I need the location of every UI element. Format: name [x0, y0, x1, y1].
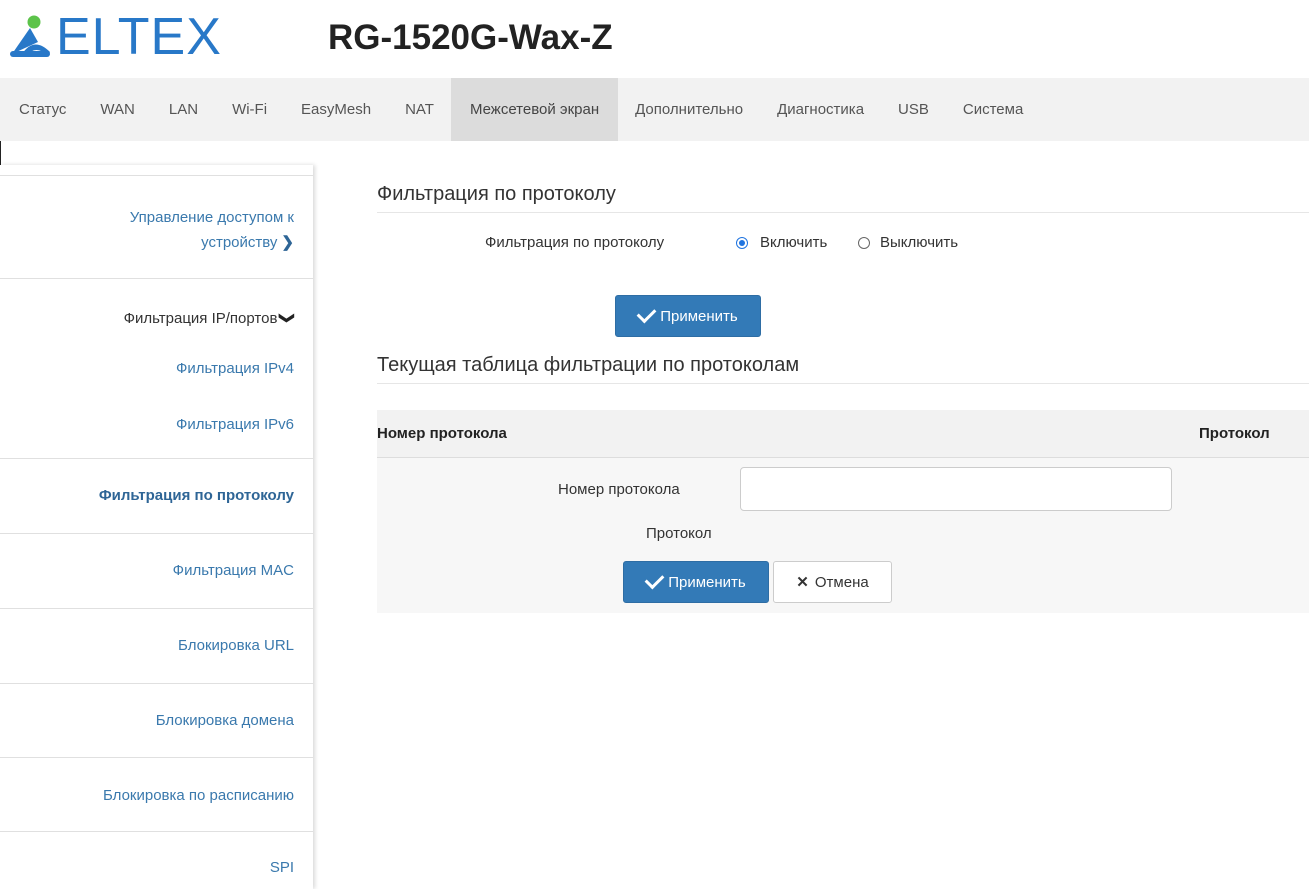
tab-wan[interactable]: WAN — [82, 78, 151, 141]
eltex-logo: ELTEX — [8, 8, 222, 66]
sidebar-item-label: Фильтрация IP/портов — [123, 310, 278, 327]
sidebar-item-label: Управление доступом к — [129, 209, 294, 226]
check-icon — [636, 303, 657, 324]
enable-radio-label[interactable]: Включить — [760, 234, 827, 251]
tab-usb[interactable]: USB — [881, 78, 946, 141]
chevron-right-icon: ❯ — [281, 234, 294, 251]
sidebar: Управление доступом к устройству ❯ Фильтр… — [0, 165, 313, 889]
header: ELTEX RG-1520G-Wax-Z — [0, 0, 1309, 78]
tab-nat[interactable]: NAT — [388, 78, 451, 141]
section-title-protocol-filter: Фильтрация по протоколу — [377, 183, 616, 205]
tab-wifi[interactable]: Wi-Fi — [215, 78, 284, 141]
sidebar-divider — [0, 683, 313, 684]
sidebar-item-spi[interactable]: SPI — [0, 859, 313, 876]
tab-system[interactable]: Система — [946, 78, 1040, 141]
column-header-protocol-number: Номер протокола — [377, 425, 507, 442]
protocol-number-input[interactable] — [740, 467, 1172, 511]
check-icon — [644, 569, 665, 590]
sidebar-item-schedule-block[interactable]: Блокировка по расписанию — [0, 787, 313, 804]
eltex-logo-icon — [10, 15, 50, 57]
sidebar-divider — [0, 458, 313, 459]
sidebar-item-protocol-filter[interactable]: Фильтрация по протоколу — [0, 487, 313, 504]
tab-firewall[interactable]: Межсетевой экран — [450, 78, 619, 141]
tab-status[interactable]: Статус — [0, 78, 82, 141]
sidebar-item-label: устройству — [201, 234, 278, 251]
sidebar-divider — [0, 533, 313, 534]
tab-diagnostics[interactable]: Диагностика — [760, 78, 881, 141]
section-divider — [377, 212, 1309, 213]
device-model-title: RG-1520G-Wax-Z — [328, 18, 613, 57]
cancel-button[interactable]: ✕ Отмена — [773, 561, 892, 603]
close-icon: ✕ — [796, 574, 809, 591]
add-entry-form: Номер протокола Протокол Применить ✕ Отме… — [377, 457, 1309, 613]
protocol-filter-label: Фильтрация по протоколу — [485, 234, 665, 251]
protocol-label: Протокол — [646, 525, 712, 542]
brand-name: ELTEX — [56, 8, 222, 66]
sidebar-item-mac-filter[interactable]: Фильтрация MAC — [0, 562, 313, 579]
disable-radio-label[interactable]: Выключить — [880, 234, 958, 251]
tab-lan[interactable]: LAN — [152, 78, 215, 141]
column-header-protocol: Протокол — [1199, 425, 1270, 442]
form-apply-button-label: Применить — [668, 573, 746, 591]
form-apply-button[interactable]: Применить — [623, 561, 769, 603]
disable-radio[interactable] — [858, 237, 870, 249]
cancel-button-label: Отмена — [814, 573, 869, 591]
apply-button-label: Применить — [660, 307, 738, 325]
sidebar-item-domain-block[interactable]: Блокировка домена — [0, 712, 313, 729]
sidebar-divider — [0, 831, 313, 832]
apply-button[interactable]: Применить — [615, 295, 761, 337]
chevron-down-icon: ❯ — [278, 311, 296, 325]
protocol-number-label: Номер протокола — [558, 481, 680, 498]
top-navigation: Статус WAN LAN Wi-Fi EasyMesh NAT Межсет… — [0, 78, 1309, 141]
sidebar-item-ip-port-filter[interactable]: Фильтрация IP/портов❯ — [0, 309, 313, 327]
sidebar-divider — [0, 278, 313, 279]
section-title-current-table: Текущая таблица фильтрации по протоколам — [377, 354, 800, 376]
sidebar-divider — [0, 608, 313, 609]
sidebar-divider — [0, 175, 313, 176]
sidebar-item-ipv6-filter[interactable]: Фильтрация IPv6 — [0, 416, 313, 433]
table-header: Номер протокола Протокол — [377, 410, 1309, 457]
section-divider — [377, 383, 1309, 384]
sidebar-item-url-block[interactable]: Блокировка URL — [0, 637, 313, 654]
tab-easymesh[interactable]: EasyMesh — [284, 78, 388, 141]
sidebar-divider — [0, 757, 313, 758]
tab-advanced[interactable]: Дополнительно — [618, 78, 760, 141]
sidebar-item-ipv4-filter[interactable]: Фильтрация IPv4 — [0, 360, 313, 377]
enable-radio[interactable] — [736, 237, 748, 249]
sidebar-item-device-access[interactable]: Управление доступом к устройству ❯ — [0, 205, 313, 255]
